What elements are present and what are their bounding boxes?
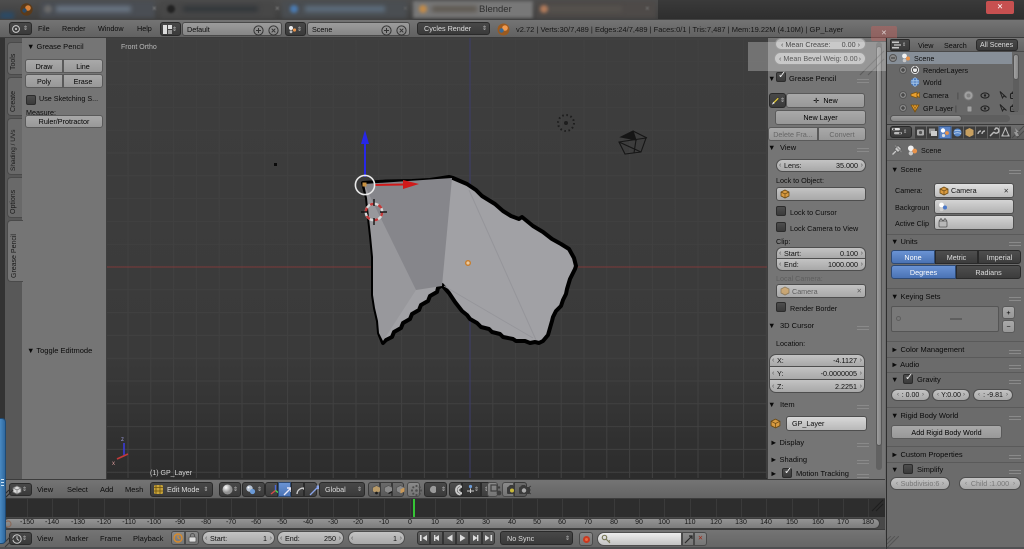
svg-text:x: x	[112, 461, 115, 467]
svg-text:z: z	[121, 437, 124, 443]
svg-text:(1) GP_Layer: (1) GP_Layer	[150, 470, 193, 477]
svg-text:Front Ortho: Front Ortho	[121, 44, 157, 51]
